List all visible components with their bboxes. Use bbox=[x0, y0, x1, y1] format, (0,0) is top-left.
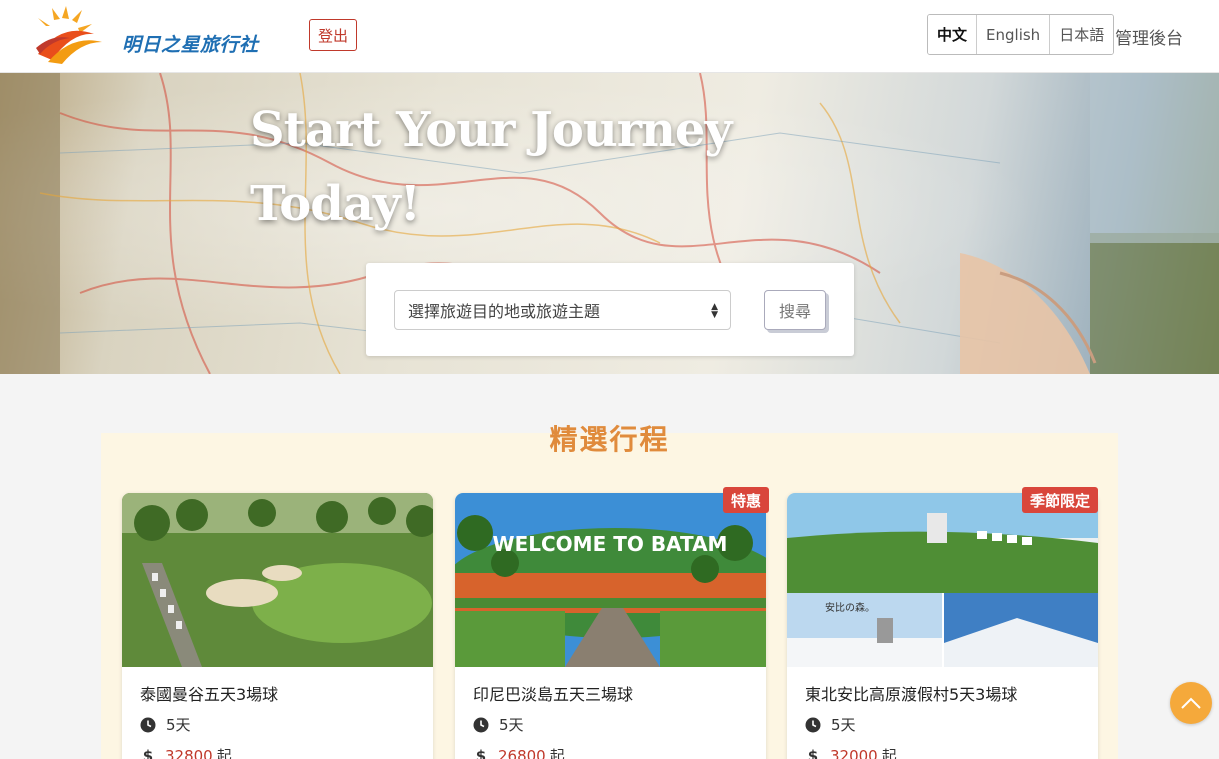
price-value: 32000 bbox=[830, 746, 878, 759]
tour-title: 印尼巴淡島五天三場球 bbox=[473, 685, 634, 704]
admin-link[interactable]: 管理後台 bbox=[1115, 24, 1183, 49]
destination-select-placeholder: 選擇旅遊目的地或旅遊主題 bbox=[408, 302, 601, 321]
tour-image-batam: WELCOME TO BATAM bbox=[455, 493, 766, 667]
select-caret-icon: ▲ ▼ bbox=[711, 302, 718, 320]
tour-card-appi[interactable]: 安比の森。 東北安比高原渡假村5天3場球 5天 $ 32000 起 bbox=[787, 493, 1098, 759]
language-switcher: 中文 English 日本語 bbox=[927, 14, 1115, 55]
lang-english-button[interactable]: English bbox=[977, 15, 1051, 54]
tour-title: 泰國曼谷五天3場球 bbox=[140, 685, 279, 704]
hero-title: Start Your Journey Today! bbox=[250, 93, 770, 241]
tour-image-golf-course bbox=[122, 493, 433, 667]
clock-icon bbox=[473, 717, 489, 732]
chevron-up-icon bbox=[1181, 697, 1201, 709]
price-value: 32800 bbox=[165, 746, 213, 759]
price-value: 26800 bbox=[498, 746, 546, 759]
site-logo[interactable]: 明日之星旅行社 bbox=[32, 4, 282, 66]
hero-title-line2: Today! bbox=[250, 176, 421, 232]
seasonal-badge: 季節限定 bbox=[1022, 487, 1099, 513]
logo-text: 明日之星旅行社 bbox=[122, 34, 259, 56]
tour-price: $ 32800 起 bbox=[140, 745, 232, 759]
lang-chinese-button[interactable]: 中文 bbox=[928, 15, 978, 54]
back-to-top-button[interactable] bbox=[1170, 682, 1212, 724]
tour-image-appi: 安比の森。 bbox=[787, 493, 1098, 667]
featured-title: 精選行程 bbox=[549, 423, 670, 456]
tour-price: $ 26800 起 bbox=[473, 745, 565, 759]
hero-title-line1: Start Your Journey bbox=[250, 102, 732, 158]
tour-title: 東北安比高原渡假村5天3場球 bbox=[805, 685, 1018, 704]
tour-duration: 5天 bbox=[473, 714, 524, 735]
price-suffix: 起 bbox=[881, 747, 897, 759]
batam-sign-text: WELCOME TO BATAM bbox=[493, 532, 728, 556]
dollar-icon: $ bbox=[807, 746, 819, 759]
appi-image-text: 安比の森。 bbox=[825, 601, 875, 614]
tour-duration: 5天 bbox=[140, 714, 191, 735]
clock-icon bbox=[805, 717, 821, 732]
search-panel: 選擇旅遊目的地或旅遊主題 ▲ ▼ 搜尋 bbox=[366, 263, 854, 356]
tour-days: 5天 bbox=[166, 716, 191, 734]
tour-days: 5天 bbox=[831, 716, 856, 734]
dollar-icon: $ bbox=[475, 746, 487, 759]
search-button[interactable]: 搜尋 bbox=[764, 290, 826, 330]
lang-japanese-button[interactable]: 日本語 bbox=[1050, 15, 1114, 54]
promo-badge: 特惠 bbox=[723, 487, 770, 513]
logo-sun-icon bbox=[36, 6, 102, 64]
price-suffix: 起 bbox=[216, 747, 232, 759]
price-suffix: 起 bbox=[549, 747, 565, 759]
navbar: 明日之星旅行社 登出 中文 English 日本語 管理後台 bbox=[0, 0, 1219, 73]
tour-card-batam[interactable]: WELCOME TO BATAM 印尼巴淡島五天三場球 5天 $ 26800 起 bbox=[455, 493, 766, 759]
dollar-icon: $ bbox=[142, 746, 154, 759]
tour-days: 5天 bbox=[499, 716, 524, 734]
hero-banner: Start Your Journey Today! 選擇旅遊目的地或旅遊主題 ▲… bbox=[0, 73, 1219, 374]
tour-price: $ 32000 起 bbox=[805, 745, 897, 759]
tour-card-bangkok[interactable]: 泰國曼谷五天3場球 5天 $ 32800 起 bbox=[122, 493, 433, 759]
tour-duration: 5天 bbox=[805, 714, 856, 735]
logout-button[interactable]: 登出 bbox=[309, 19, 357, 51]
clock-icon bbox=[140, 717, 156, 732]
destination-select[interactable]: 選擇旅遊目的地或旅遊主題 ▲ ▼ bbox=[394, 290, 731, 330]
